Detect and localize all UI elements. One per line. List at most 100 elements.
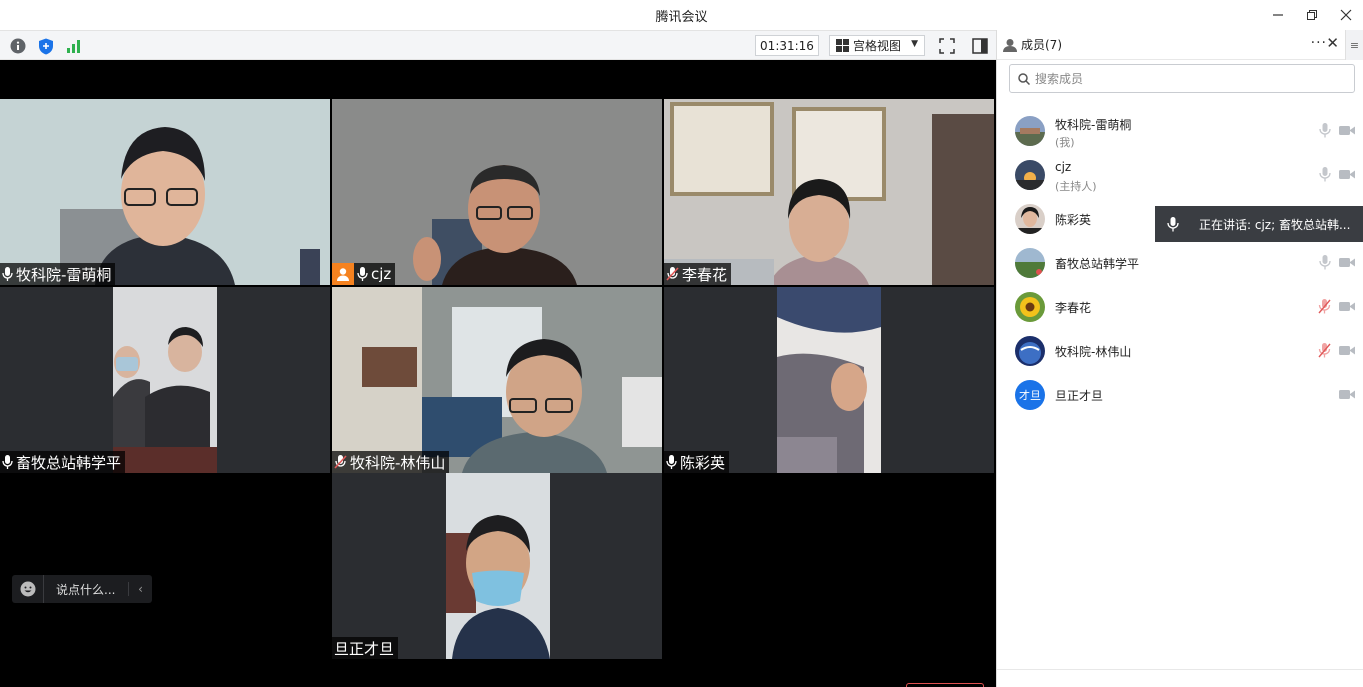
avatar (1015, 204, 1045, 234)
security-button[interactable] (37, 37, 55, 55)
camera-icon[interactable] (1339, 169, 1355, 183)
member-name: 畜牧总站韩学平 (1055, 257, 1140, 271)
panel-menu-icon[interactable]: ≡ (1345, 30, 1363, 60)
member-row[interactable]: 牧科院-雷萌桐 (我) (997, 110, 1363, 154)
mic-icon[interactable] (1319, 255, 1331, 273)
minimize-icon (1273, 14, 1283, 16)
video-feed (0, 99, 330, 285)
camera-icon[interactable] (1339, 389, 1355, 403)
mic-icon (2, 455, 13, 469)
mic-icon[interactable] (1319, 167, 1331, 185)
video-tile[interactable]: 牧科院-雷萌桐 (0, 99, 330, 285)
window-title: 腾讯会议 (655, 9, 708, 25)
view-mode-select[interactable]: 宫格视图 ▼ (829, 35, 925, 56)
chevron-down-icon: ▼ (911, 39, 918, 49)
video-tile[interactable]: 陈彩英 (664, 287, 994, 473)
meeting-timer: 01:31:16 (755, 35, 819, 56)
members-title: 成员(7) (1021, 38, 1062, 52)
chevron-left-icon[interactable]: ‹ (128, 582, 152, 596)
mic-icon[interactable] (1319, 123, 1331, 141)
window-controls (1261, 0, 1363, 30)
mic-icon (2, 267, 13, 281)
participant-nametag: 畜牧总站韩学平 (0, 451, 126, 473)
member-row[interactable]: cjz (主持人) (997, 154, 1363, 198)
speaking-indicator: 正在讲话: cjz; 畜牧总站韩... (1155, 206, 1363, 242)
fullscreen-button[interactable] (938, 37, 956, 55)
sidebar-toggle-button[interactable] (971, 37, 989, 55)
close-icon (1340, 9, 1352, 21)
mic-muted-icon (666, 267, 679, 281)
signal-icon (67, 40, 80, 53)
close-window-button[interactable] (1329, 0, 1363, 30)
video-tile[interactable]: 畜牧总站韩学平 (0, 287, 330, 473)
participant-name: 旦正才旦 (334, 639, 395, 658)
participant-name: cjz (371, 265, 392, 283)
mic-muted-icon[interactable] (1318, 299, 1331, 317)
chat-placeholder[interactable]: 说点什么... (44, 581, 128, 598)
member-search-input[interactable]: 搜索成员 (1009, 64, 1355, 93)
mic-muted-icon[interactable] (1318, 343, 1331, 361)
meeting-toolbar: 01:31:16 宫格视图 ▼ (0, 30, 996, 60)
sidebar-toggle-icon (972, 38, 988, 54)
member-row[interactable]: 才旦 旦正才旦 (997, 374, 1363, 418)
participant-nametag: 李春花 (664, 263, 732, 285)
view-mode-label: 宫格视图 (853, 39, 902, 53)
mic-icon (357, 267, 368, 281)
mic-icon (1155, 206, 1191, 242)
member-row[interactable]: 李春花 (997, 286, 1363, 330)
participant-nametag: cjz (332, 263, 396, 285)
member-name: 李春花 (1055, 301, 1092, 315)
member-name: 旦正才旦 (1055, 389, 1104, 403)
video-feed (332, 99, 662, 285)
info-button[interactable] (9, 37, 27, 55)
participant-nametag: 陈彩英 (664, 451, 730, 473)
member-name: 牧科院-林伟山 (1055, 345, 1132, 359)
camera-icon[interactable] (1339, 257, 1355, 271)
participant-nametag: 牧科院-雷萌桐 (0, 263, 116, 285)
video-feed (664, 287, 994, 473)
mic-icon (666, 455, 677, 469)
participant-name: 畜牧总站韩学平 (16, 453, 122, 472)
speaking-text: 正在讲话: cjz; 畜牧总站韩... (1199, 217, 1351, 232)
restore-button[interactable] (1295, 0, 1329, 30)
chat-input-bar[interactable]: 说点什么... ‹ (12, 575, 152, 603)
member-list: 牧科院-雷萌桐 (我) cjz (主持人) 陈彩英 畜牧总站韩学平 李春花 牧科… (997, 110, 1363, 418)
member-row[interactable]: 畜牧总站韩学平 (997, 242, 1363, 286)
host-badge-icon (332, 263, 354, 285)
member-name: cjz (1055, 160, 1072, 174)
avatar (1015, 336, 1045, 366)
network-status-button[interactable] (65, 37, 83, 55)
title-bar: 腾讯会议 (0, 0, 1363, 30)
user-icon (1003, 38, 1017, 52)
info-icon (10, 38, 26, 54)
search-icon (1018, 72, 1030, 85)
search-placeholder: 搜索成员 (1035, 72, 1084, 86)
video-tile-active[interactable]: cjz (332, 99, 662, 285)
more-options-icon[interactable]: ··· (1311, 35, 1327, 51)
restore-icon (1307, 10, 1317, 20)
avatar (1015, 116, 1045, 146)
avatar (1015, 248, 1045, 278)
fullscreen-icon (939, 38, 955, 54)
members-panel: 成员(7) ··· ✕ ≡ 搜索成员 牧科院-雷萌桐 (我) cjz (主持人)… (996, 30, 1363, 687)
emoji-icon[interactable] (12, 575, 44, 603)
video-feed (0, 287, 330, 473)
camera-icon[interactable] (1339, 345, 1355, 359)
video-feed (664, 99, 994, 285)
participant-nametag: 牧科院-林伟山 (332, 451, 450, 473)
mic-muted-icon (334, 455, 347, 469)
leave-button-edge[interactable] (906, 683, 984, 687)
shield-icon (39, 38, 53, 54)
participant-name: 陈彩英 (680, 453, 726, 472)
camera-icon[interactable] (1339, 301, 1355, 315)
meeting-window: 腾讯会议 01:31:16 宫格视图 ▼ 牧科院-雷萌桐 cjz 李春花 畜牧总… (0, 0, 1363, 687)
minimize-button[interactable] (1261, 0, 1295, 30)
member-row[interactable]: 牧科院-林伟山 (997, 330, 1363, 374)
video-tile[interactable]: 旦正才旦 (332, 473, 662, 659)
participant-name: 牧科院-雷萌桐 (16, 265, 112, 284)
video-tile[interactable]: 牧科院-林伟山 (332, 287, 662, 473)
video-tile[interactable]: 李春花 (664, 99, 994, 285)
close-panel-icon[interactable]: ✕ (1326, 34, 1339, 52)
camera-icon[interactable] (1339, 125, 1355, 139)
panel-footer (997, 669, 1363, 687)
